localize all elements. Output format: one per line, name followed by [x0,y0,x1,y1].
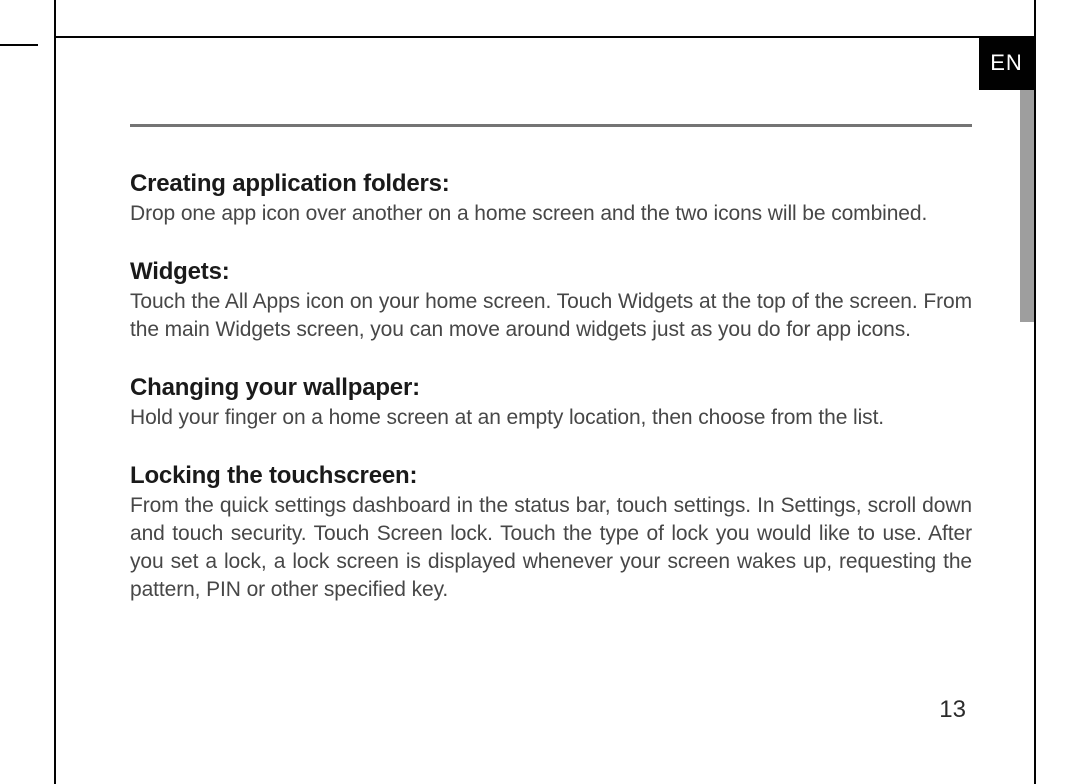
section-heading: Locking the touchscreen: [130,462,972,490]
content-top-rule [130,124,972,127]
section-body: Drop one app icon over another on a home… [130,200,972,228]
section-widgets: Widgets: Touch the All Apps icon on your… [130,258,972,344]
language-tab-container: EN [979,36,1034,322]
section-changing-your-wallpaper: Changing your wallpaper: Hold your finge… [130,374,972,432]
page-border-top [54,36,1036,38]
page-border-right [1034,36,1036,784]
language-tab-accent [1020,90,1034,322]
section-heading: Changing your wallpaper: [130,374,972,402]
crop-mark-left-vertical [54,0,56,36]
section-heading: Creating application folders: [130,170,972,198]
section-heading: Widgets: [130,258,972,286]
page-border-left [54,36,56,784]
page-number: 13 [939,696,966,724]
section-locking-the-touchscreen: Locking the touchscreen: From the quick … [130,462,972,604]
section-creating-application-folders: Creating application folders: Drop one a… [130,170,972,228]
section-body: Touch the All Apps icon on your home scr… [130,288,972,344]
content-column: Creating application folders: Drop one a… [130,128,972,784]
crop-mark-right-vertical [1034,0,1036,36]
language-tab: EN [979,36,1034,90]
section-body: From the quick settings dashboard in the… [130,492,972,604]
crop-mark-top-horizontal [0,44,38,46]
section-body: Hold your finger on a home screen at an … [130,404,972,432]
